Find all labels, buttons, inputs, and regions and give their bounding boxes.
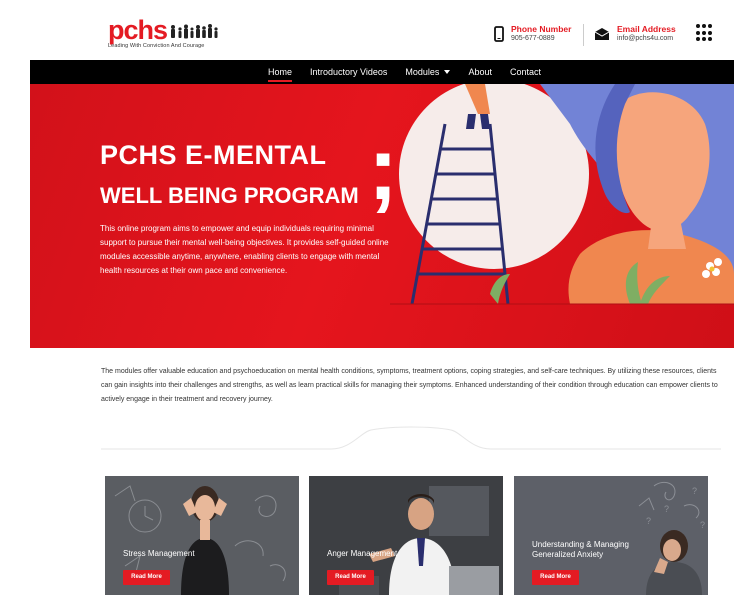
envelope-icon <box>594 27 610 40</box>
email-address[interactable]: info@pchs4u.com <box>617 34 676 43</box>
nav-item-contact[interactable]: Contact <box>510 67 541 77</box>
intro-text: The modules offer valuable education and… <box>101 368 718 403</box>
read-more-button[interactable]: Read More <box>123 570 170 585</box>
hero-description: This online program aims to empower and … <box>100 224 389 275</box>
svg-text:?: ? <box>700 520 705 530</box>
module-card-anxiety[interactable]: ???? Understanding & Managing Generalize… <box>514 476 708 595</box>
email-title: Email Address <box>617 24 676 34</box>
main-nav: Home Introductory Videos Modules About C… <box>30 60 734 84</box>
nav-item-modules[interactable]: Modules <box>405 67 451 77</box>
nav-label: Modules <box>405 67 440 77</box>
card-title: Stress Management <box>123 549 195 558</box>
hero-title: PCHS E-MENTAL <box>100 140 327 170</box>
phone-number[interactable]: 905-677-0889 <box>511 34 571 43</box>
hero-subtitle: WELL BEING PROGRAM <box>100 183 359 208</box>
phone-title: Phone Number <box>511 24 572 34</box>
nav-item-home[interactable]: Home <box>268 67 293 82</box>
site-header: pchs Leading With Conviction And Courage… <box>0 0 734 60</box>
site-logo[interactable]: pchs Leading With Conviction And Courage <box>108 17 218 49</box>
module-card-anger[interactable]: Anger Management Read More <box>309 476 503 595</box>
card-title: Anger Management <box>327 549 398 558</box>
chevron-down-icon <box>444 70 451 74</box>
card-title: Understanding & Managing Generalized Anx… <box>532 540 629 559</box>
hero-semicolon: ; <box>368 119 398 219</box>
header-divider <box>583 24 584 46</box>
email-contact[interactable]: Email Address info@pchs4u.com <box>594 24 676 43</box>
nav-label: Home <box>268 67 293 77</box>
read-more-button[interactable]: Read More <box>532 570 579 585</box>
nav-label: Introductory Videos <box>310 67 388 77</box>
phone-icon <box>494 25 504 42</box>
svg-text:?: ? <box>646 516 651 526</box>
svg-text:?: ? <box>692 486 697 496</box>
section-divider <box>101 426 721 450</box>
nav-item-about[interactable]: About <box>468 67 492 77</box>
nav-label: About <box>468 67 492 77</box>
logo-people-icon <box>171 24 218 39</box>
phone-contact[interactable]: Phone Number 905-677-0889 <box>494 24 571 43</box>
nav-item-introductory-videos[interactable]: Introductory Videos <box>310 67 387 77</box>
read-more-button[interactable]: Read More <box>327 570 374 585</box>
hero-banner: PCHS E-MENTAL WELL BEING PROGRAM ; This … <box>30 84 734 348</box>
hero-illustration <box>390 84 734 305</box>
svg-text:?: ? <box>664 504 669 514</box>
grid-menu-icon[interactable] <box>696 24 714 42</box>
nav-label: Contact <box>509 67 541 77</box>
module-card-stress[interactable]: Stress Management Read More <box>105 476 299 595</box>
logo-tagline: Leading With Conviction And Courage <box>108 43 205 49</box>
